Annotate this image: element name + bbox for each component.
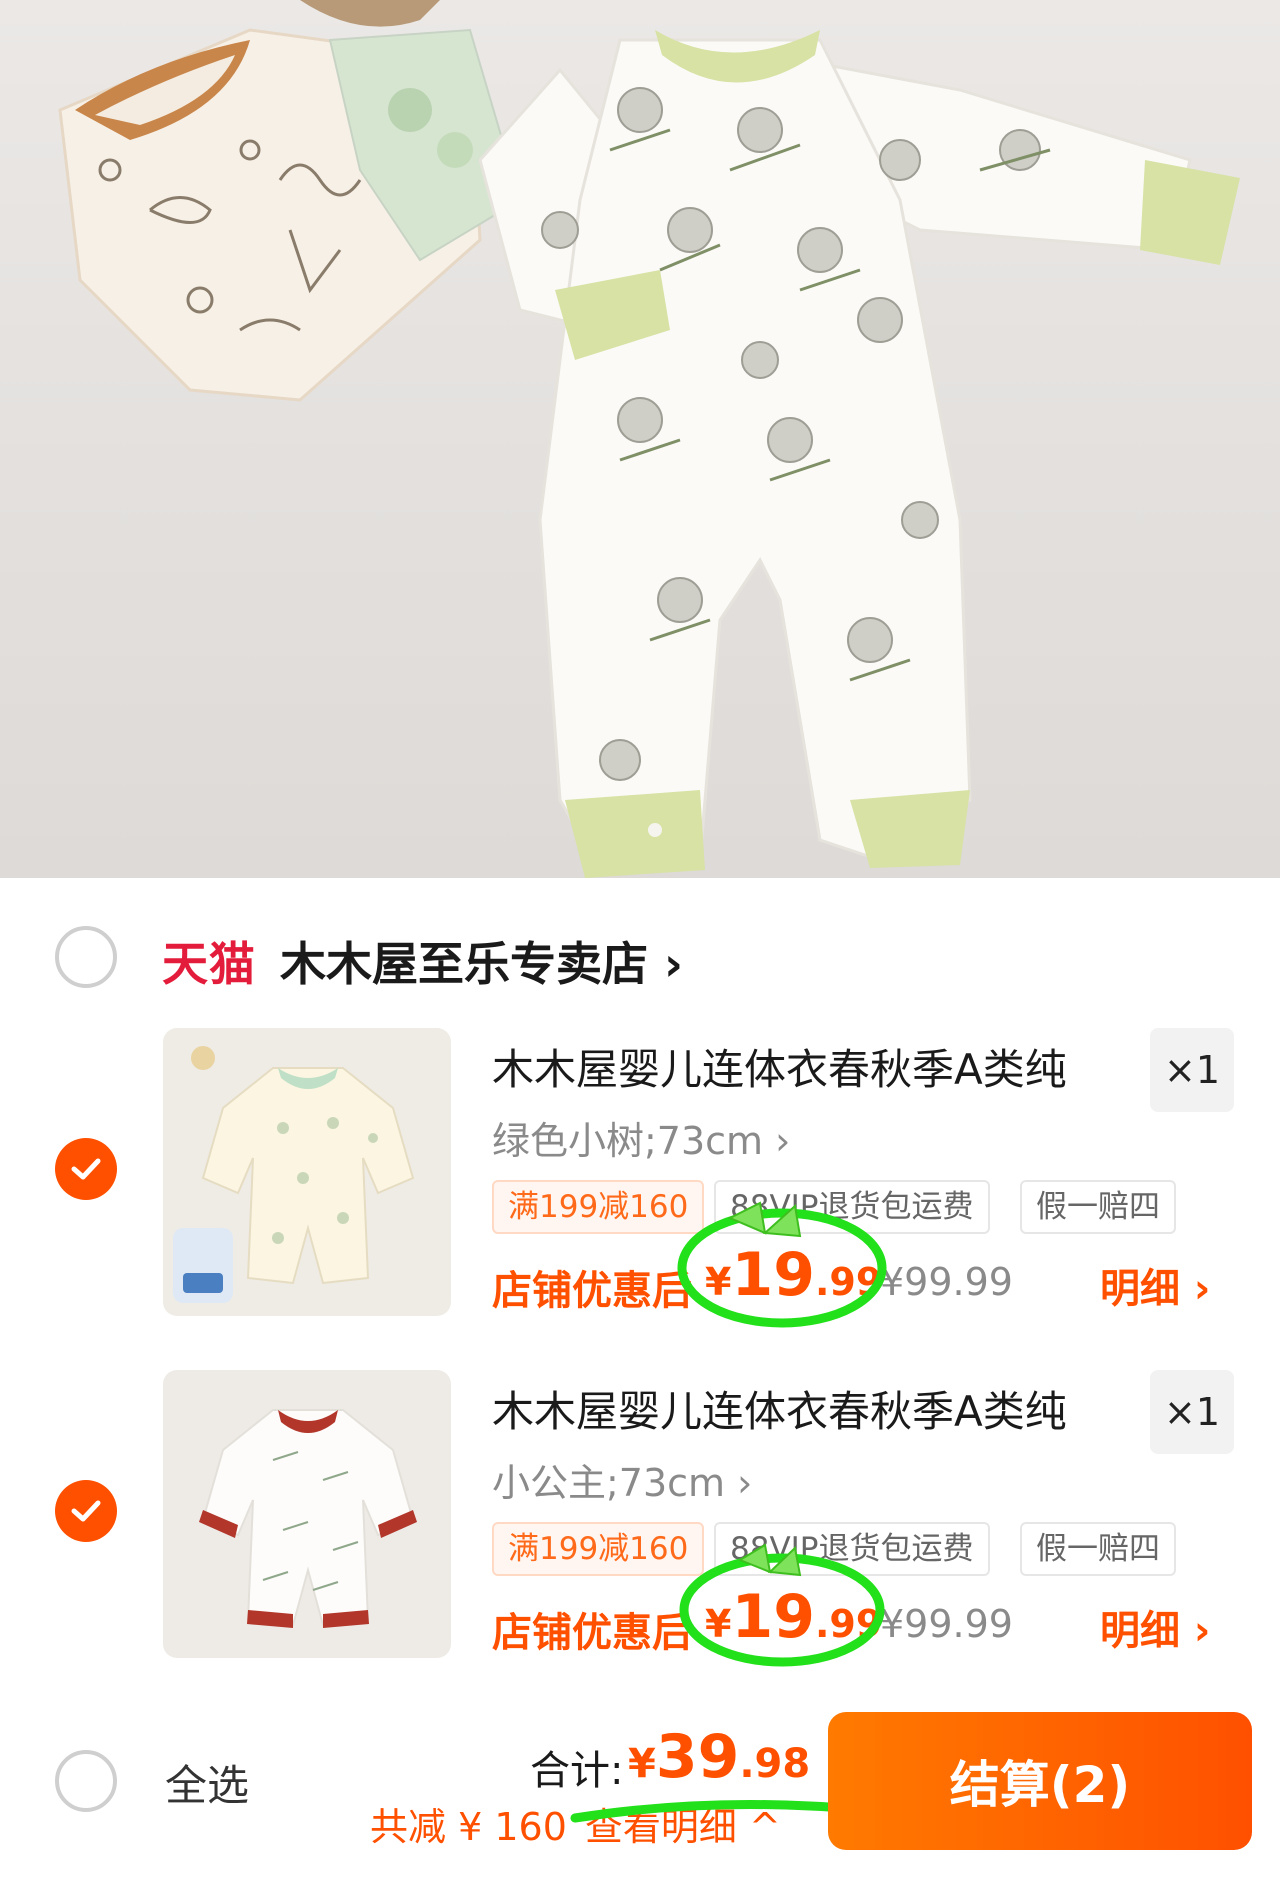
item-checkbox-checked[interactable] (55, 1138, 117, 1200)
store-header[interactable]: 天猫 木木屋至乐专卖店 › (0, 918, 1280, 998)
chevron-right-icon: › (664, 937, 683, 991)
hero-illustration (58, 0, 1240, 878)
checkmark-icon (71, 1158, 101, 1180)
quantity-label: ×1 (1163, 1048, 1221, 1092)
quantity-selector[interactable]: ×1 (1150, 1370, 1234, 1454)
sku-selector[interactable]: 绿色小树;73cm › (492, 1110, 790, 1165)
original-price: ¥99.99 (880, 1602, 1013, 1646)
item-title[interactable]: 木木屋婴儿连体衣春秋季A类纯 (492, 1378, 1067, 1439)
cart-item[interactable]: 木木屋婴儿连体衣春秋季A类纯 ×1 小公主;73cm › 满199减160 88… (0, 1370, 1280, 1670)
original-price: ¥99.99 (880, 1260, 1013, 1304)
product-hero-image (0, 0, 1280, 878)
shipping-tag: 88VIP退货包运费 (714, 1180, 990, 1234)
store-name-link[interactable]: 木木屋至乐专卖店 › (280, 928, 683, 994)
product-thumbnail[interactable] (163, 1370, 451, 1658)
guarantee-tag: 假一赔四 (1020, 1522, 1176, 1576)
item-title[interactable]: 木木屋婴儿连体衣春秋季A类纯 (492, 1036, 1067, 1097)
product-thumbnail[interactable] (163, 1028, 451, 1316)
view-discount-detail[interactable]: 查看明细 ^ (585, 1805, 781, 1849)
shipping-tag: 88VIP退货包运费 (714, 1522, 990, 1576)
promo-tag: 满199减160 (492, 1180, 705, 1234)
checkmark-icon (71, 1500, 101, 1522)
folded-garments (58, 0, 522, 402)
total-label: 合计: (530, 1748, 624, 1794)
guarantee-tag: 假一赔四 (1020, 1180, 1176, 1234)
store-select-radio[interactable] (55, 926, 117, 988)
total-discount[interactable]: 共减 ¥ 160 查看明细 ^ (370, 1796, 781, 1851)
price-detail-link[interactable]: 明细 › (1100, 1256, 1210, 1314)
discount-amount: 共减 ¥ 160 (370, 1805, 567, 1849)
thumbnail-image (163, 1028, 451, 1316)
total-price: ¥39.98 (628, 1722, 811, 1792)
store-name-label: 木木屋至乐专卖店 (280, 937, 648, 991)
price-detail-link[interactable]: 明细 › (1100, 1598, 1210, 1656)
discount-price-label: 店铺优惠后 (492, 1268, 692, 1314)
sku-selector[interactable]: 小公主;73cm › (492, 1452, 752, 1507)
cart-item[interactable]: 木木屋婴儿连体衣春秋季A类纯 ×1 绿色小树;73cm › 满199减160 8… (0, 1028, 1280, 1328)
discounted-price: ¥19.99 (705, 1240, 883, 1310)
discount-price-label: 店铺优惠后 (492, 1610, 692, 1656)
quantity-selector[interactable]: ×1 (1150, 1028, 1234, 1112)
discounted-price: ¥19.99 (705, 1582, 883, 1652)
select-all-radio[interactable] (55, 1750, 117, 1812)
quantity-label: ×1 (1163, 1390, 1221, 1434)
promo-tag: 满199减160 (492, 1522, 705, 1576)
thumbnail-image (163, 1370, 451, 1658)
romper-garment (478, 30, 1240, 878)
select-all-label[interactable]: 全选 (165, 1752, 249, 1813)
item-checkbox-checked[interactable] (55, 1480, 117, 1542)
tmall-logo: 天猫 (162, 937, 256, 991)
checkout-button[interactable]: 结算(2) (828, 1712, 1252, 1850)
